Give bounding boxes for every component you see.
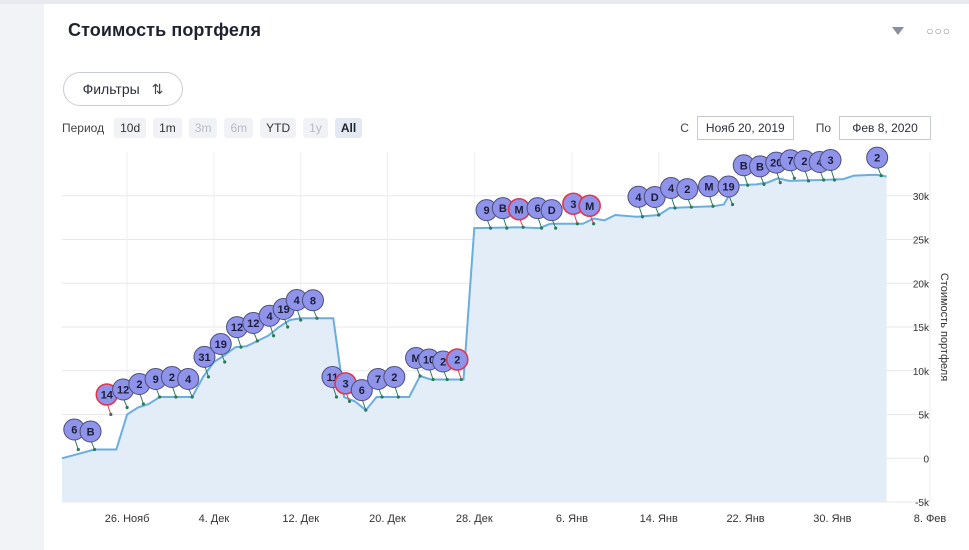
trade-marker[interactable]: M [507,197,531,229]
x-tick-label: 12. Дек [282,513,319,525]
trade-marker-label: M [585,201,594,213]
trade-marker-label: 3 [570,199,576,211]
trade-marker[interactable]: B [79,420,102,452]
trade-marker-label: 4 [294,295,301,307]
x-tick-label: 6. Янв [556,513,588,525]
trade-marker-label: 19 [215,339,227,351]
trade-marker-label: B [756,161,764,173]
x-tick-label: 20. Дек [369,513,406,525]
y-tick-label: 15k [913,323,930,334]
trade-marker-label: 2 [801,156,807,168]
x-tick-label: 14. Янв [640,513,678,525]
trade-marker-label: 6 [535,203,541,215]
trade-marker-label: B [87,427,95,439]
trade-marker-label: 2 [169,372,175,384]
trade-marker-label: 7 [787,155,793,167]
trade-marker-label: 31 [198,352,210,364]
x-tick-label: 8. Фев [914,513,947,525]
y-axis-title: Стоимость портфеля [938,273,950,381]
y-axis-ticks: -5k 0 5k 10k 15k 20k 25k 30k [913,192,930,509]
trade-marker[interactable]: 2 [866,146,889,178]
y-tick-label: 20k [913,279,930,290]
trade-marker-label: 14 [101,390,114,402]
trade-marker-label: 6 [359,385,365,397]
trade-marker-label: D [548,205,556,217]
trade-marker-label: 9 [484,205,490,217]
trade-marker-label: M [704,181,713,193]
trade-marker-label: 3 [827,155,833,167]
trade-marker-label: 6 [71,425,77,437]
x-tick-label: 28. Дек [456,513,493,525]
trade-marker-label: 2 [684,184,690,196]
trade-marker-label: 2 [454,355,460,367]
trade-marker-label: 3 [342,378,348,390]
y-tick-label: 0 [923,454,929,465]
trade-marker-label: 7 [375,374,381,386]
trade-marker-label: 12 [231,322,243,334]
y-tick-label: 10k [913,367,930,378]
trade-marker-label: 2 [874,153,880,165]
trade-marker-label: 9 [153,374,159,386]
y-tick-label: 30k [913,192,930,203]
x-axis-ticks: 26. Нояб 4. Дек 12. Дек 20. Дек 28. Дек 6. Ян… [105,513,947,525]
trade-marker[interactable]: M [698,175,720,208]
trade-marker-label: B [740,160,748,172]
trade-marker-label: 19 [722,182,734,194]
trade-marker-label: 2 [136,379,142,391]
trade-marker-label: 4 [267,311,274,323]
trade-marker[interactable]: 8 [301,289,324,320]
trade-marker-label: D [651,192,659,204]
trade-marker-label: 4 [185,374,192,386]
trade-marker-label: 12 [247,318,259,330]
trade-marker[interactable]: 2 [676,178,699,209]
x-tick-label: 22. Янв [726,513,764,525]
x-tick-label: 26. Нояб [105,513,150,525]
trade-marker-label: M [515,204,524,216]
trade-marker-label: 4 [635,192,642,204]
trade-marker-label: 8 [310,295,316,307]
trade-marker-label: 4 [668,183,675,195]
trade-marker-label: 2 [391,372,397,384]
y-tick-label: 5k [918,411,930,422]
x-tick-label: 30. Янв [813,513,851,525]
trade-marker-label: 12 [117,385,129,397]
trade-marker[interactable]: 3 [819,149,842,182]
x-tick-label: 4. Дек [199,513,230,525]
trade-marker-label: 2 [440,357,446,369]
y-tick-label: -5k [915,498,930,509]
portfolio-value-chart: -5k 0 5k 10k 15k 20k 25k 30k 26. Нояб 4. Дек 12. … [61,146,950,525]
trade-marker-label: B [499,203,507,215]
y-tick-label: 25k [913,236,930,247]
